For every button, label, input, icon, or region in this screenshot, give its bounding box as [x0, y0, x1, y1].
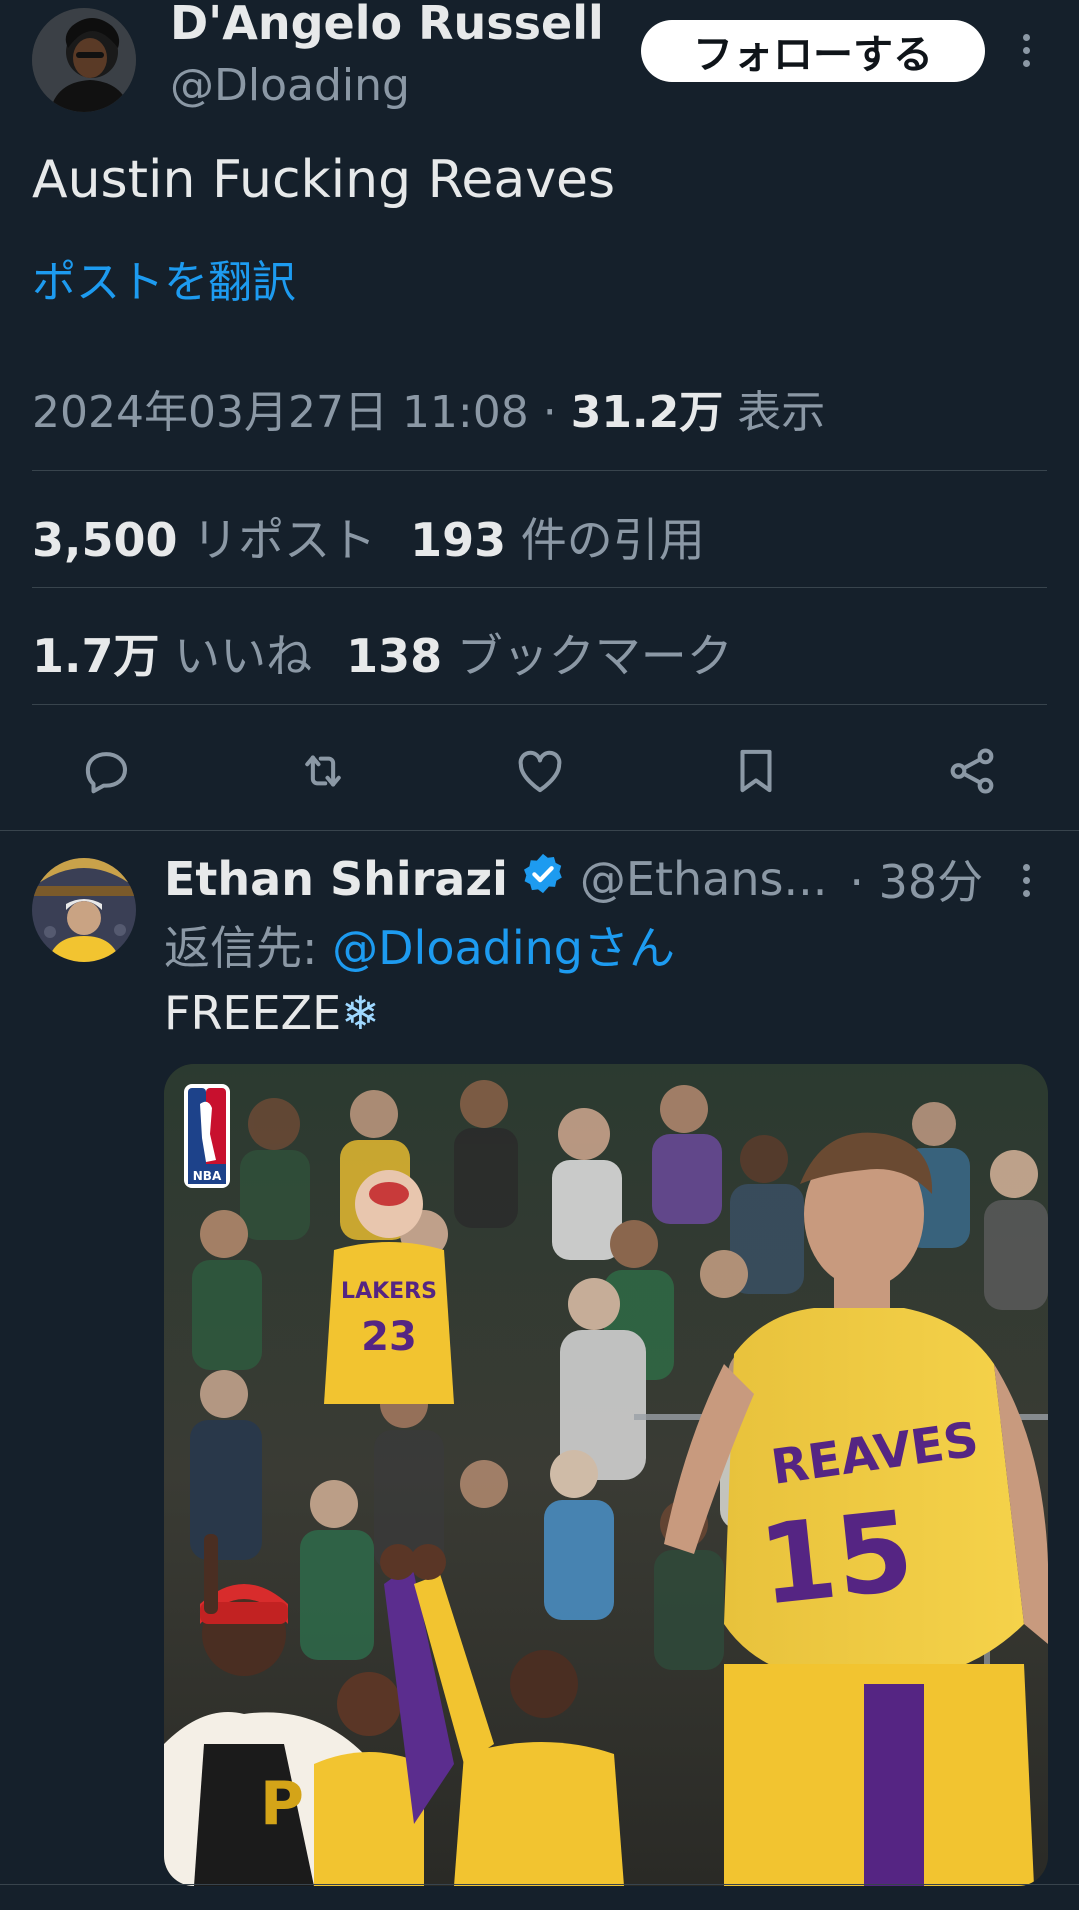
nba-logo: NBA	[184, 1084, 230, 1188]
reply-to-handle[interactable]: @Dloadingさん	[332, 921, 675, 975]
share-icon[interactable]	[945, 744, 999, 798]
tweet-timestamp[interactable]: 2024年03月27日 11:08 ·	[32, 387, 571, 438]
author-name[interactable]: D'Angelo Russell	[170, 0, 604, 50]
reply-time[interactable]: · 38分	[849, 846, 983, 912]
reply-text-body: FREEZE	[164, 986, 342, 1040]
follow-button[interactable]: フォローする	[641, 20, 985, 82]
tweet-text: Austin Fucking Reaves	[32, 150, 616, 210]
verified-badge-icon	[520, 851, 566, 908]
svg-text:P: P	[260, 1769, 304, 1839]
reply-photo[interactable]: LAKERS 23 NBA P REAVES 15	[164, 1064, 1048, 1886]
reply-more-icon[interactable]	[1023, 864, 1031, 903]
likes-stat[interactable]: 1.7万 いいね	[32, 629, 346, 683]
divider	[32, 470, 1047, 471]
divider	[32, 587, 1047, 588]
reposts-stat[interactable]: 3,500 リポスト	[32, 513, 410, 567]
views-label: 表示	[737, 387, 826, 438]
section-divider	[0, 830, 1079, 831]
quotes-stat[interactable]: 193 件の引用	[410, 513, 739, 567]
bookmarks-stat[interactable]: 138 ブックマーク	[346, 629, 767, 683]
nba-logo-text: NBA	[193, 1169, 222, 1183]
reply-author-name[interactable]: Ethan Shirazi	[164, 852, 508, 906]
fan-jersey-brand: LAKERS	[341, 1279, 437, 1304]
author-handle[interactable]: @Dloading	[170, 60, 410, 111]
translate-link[interactable]: ポストを翻訳	[32, 246, 296, 310]
tweet-meta: 2024年03月27日 11:08 · 31.2万 表示	[32, 376, 825, 440]
snowflake-icon: ❄	[341, 986, 380, 1040]
follow-button-label: フォローする	[693, 32, 933, 78]
views-count: 31.2万	[570, 387, 724, 438]
repost-icon[interactable]	[296, 744, 350, 798]
divider	[32, 704, 1047, 705]
reply-to-prefix: 返信先:	[164, 921, 333, 975]
reply-author-handle[interactable]: @Ethans...	[580, 852, 827, 906]
engagement-row-2: 1.7万 いいね 138 ブックマーク	[32, 620, 767, 686]
reply-text: FREEZE❄	[164, 986, 380, 1040]
fan-jersey-number: 23	[361, 1314, 417, 1360]
reply-icon[interactable]	[80, 744, 134, 798]
author-avatar[interactable]	[32, 8, 136, 112]
bookmark-icon[interactable]	[729, 744, 783, 798]
reply-to-line: 返信先: @Dloadingさん	[164, 912, 675, 978]
reply-author-avatar[interactable]	[32, 858, 136, 962]
heart-icon[interactable]	[513, 744, 567, 798]
bottom-divider	[0, 1884, 1079, 1885]
engagement-row-1: 3,500 リポスト 193 件の引用	[32, 504, 739, 570]
more-icon[interactable]	[1023, 34, 1031, 73]
player-number: 15	[753, 1487, 919, 1630]
reply-header: Ethan Shirazi @Ethans... · 38分	[164, 846, 983, 912]
